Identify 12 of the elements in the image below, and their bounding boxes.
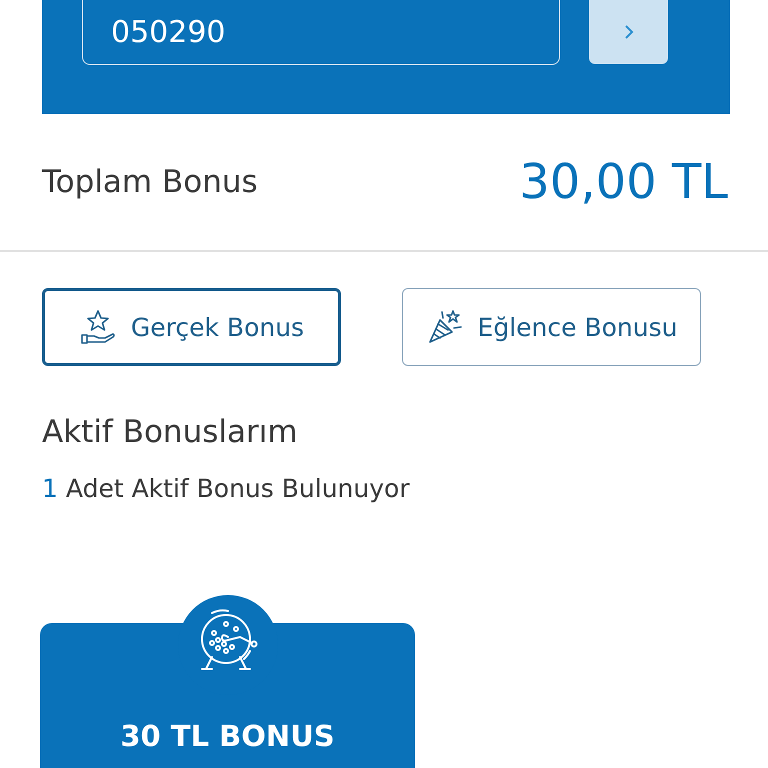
hand-star-icon bbox=[78, 308, 117, 346]
section-title: Aktif Bonuslarım bbox=[42, 414, 299, 450]
bonus-card-title: 30 TL BONUS bbox=[120, 719, 335, 753]
submit-button[interactable] bbox=[589, 0, 668, 64]
total-amount: 30,00 TL bbox=[519, 154, 728, 210]
bonus-type-tab[interactable]: Gerçek Bonus bbox=[42, 288, 341, 366]
bonus-type-tab[interactable]: Eğlence Bonusu bbox=[402, 288, 701, 366]
chevron-right-icon bbox=[624, 24, 634, 40]
active-bonus-text: Adet Aktif Bonus Bulunuyor bbox=[66, 474, 410, 503]
active-count: 1 bbox=[42, 474, 58, 503]
code-field[interactable]: 050290 bbox=[82, 0, 560, 65]
total-label: Toplam Bonus bbox=[42, 164, 258, 200]
